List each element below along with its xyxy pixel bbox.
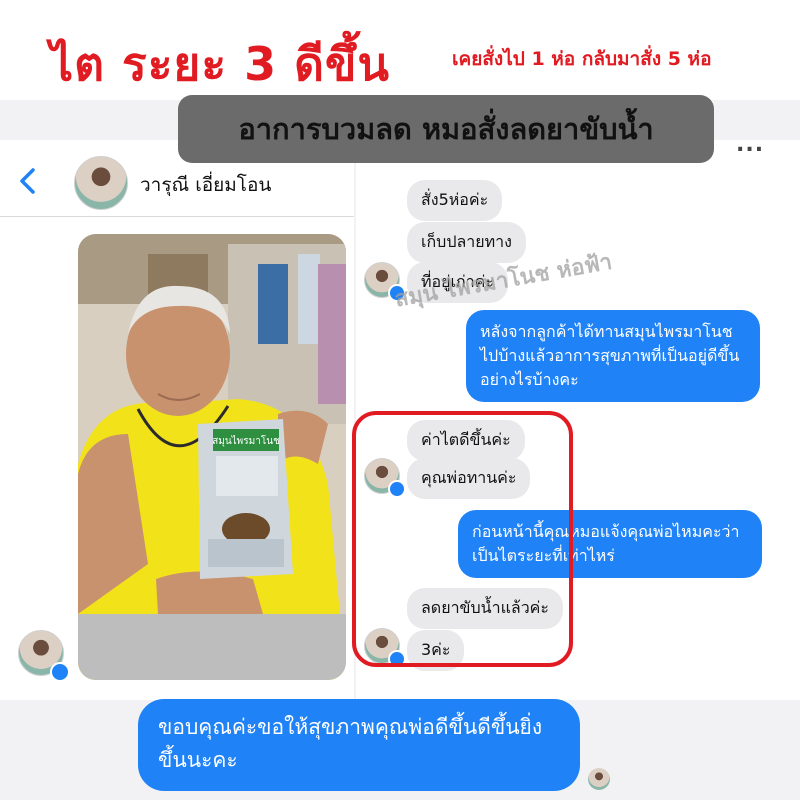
incoming-message[interactable]: เก็บปลายทาง — [407, 222, 526, 263]
incoming-message[interactable]: สั่ง5ห่อค่ะ — [407, 180, 503, 221]
outgoing-message-large[interactable]: ขอบคุณค่ะขอให้สุขภาพคุณพ่อดีขึ้นดีขึ้นยิ… — [138, 699, 580, 791]
contact-name[interactable]: วารุณี เอี่ยมโอน — [140, 170, 271, 200]
package-label: สมุนไพรมาโนช — [212, 434, 280, 447]
headline-subtitle: เคยสั่งไป 1 ห่อ กลับมาสั่ง 5 ห่อ — [452, 48, 712, 70]
headline-area: ไต ระยะ 3 ดีขึ้น เคยสั่งไป 1 ห่อ กลับมาส… — [0, 0, 800, 100]
messenger-icon — [50, 662, 70, 682]
chat-left-panel: วารุณี เอี่ยมโอน สมุนไพรมาโนช — [0, 140, 354, 700]
highlight-box — [352, 411, 573, 667]
contact-avatar[interactable] — [74, 156, 128, 210]
headline-title: ไต ระยะ 3 ดีขึ้น — [50, 37, 390, 91]
back-chevron-icon[interactable] — [14, 166, 44, 196]
outgoing-message[interactable]: หลังจากลูกค้าได้ทานสมุนไพรมาโนชไปบ้างแล้… — [466, 310, 760, 402]
more-options-icon[interactable]: ... — [736, 132, 764, 157]
read-receipt-avatar — [588, 768, 610, 790]
overlay-banner: อาการบวมลด หมอสั่งลดยาขับน้ำ — [178, 95, 714, 163]
man-holding-package-image: สมุนไพรมาโนช — [78, 234, 346, 680]
shared-photo[interactable]: สมุนไพรมาโนช — [78, 234, 346, 680]
